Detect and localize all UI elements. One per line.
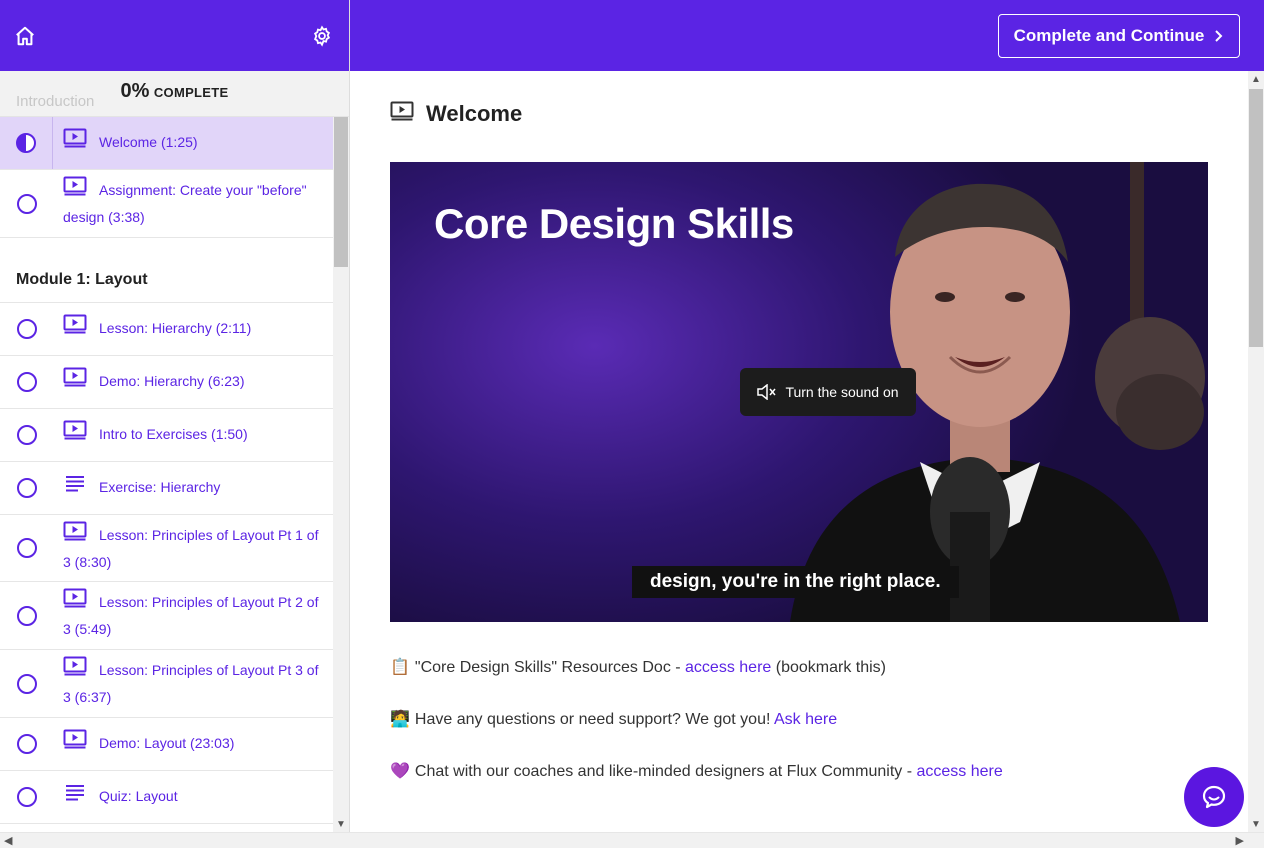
resource-line: 🧑‍💻 Have any questions or need support? W… — [390, 709, 837, 729]
incomplete-status-icon — [16, 673, 37, 694]
complete-button-label: Complete and Continue — [1013, 26, 1205, 45]
home-icon[interactable] — [13, 24, 37, 48]
purple-heart-icon: 💜 — [390, 763, 410, 780]
video-icon — [63, 420, 87, 447]
lecture-title: Demo: Layout (23:03) — [99, 734, 235, 751]
lecture-title: Lesson: Hierarchy (2:11) — [99, 319, 252, 336]
sound-button-label: Turn the sound on — [785, 384, 899, 400]
incomplete-status-icon — [16, 425, 37, 445]
video-icon — [63, 656, 87, 683]
text-lines-icon — [63, 783, 87, 808]
incomplete-status-icon — [16, 372, 37, 392]
lecture-item[interactable]: Intro to Exercises (1:50) — [0, 409, 333, 462]
video-icon — [63, 367, 87, 394]
lecture-title: Welcome (1:25) — [99, 133, 198, 150]
content-scrollbar[interactable]: ▲ ▼ — [1248, 71, 1264, 832]
sidebar-scrollbar-thumb[interactable] — [334, 117, 348, 267]
lecture-title: Demo: Hierarchy (6:23) — [99, 372, 245, 389]
scroll-up-arrow-icon[interactable]: ▲ — [1251, 74, 1261, 85]
muted-speaker-icon — [757, 384, 777, 400]
ask-here-link[interactable]: Ask here — [774, 711, 837, 728]
lecture-item[interactable]: Assignment: Create your "before" design … — [0, 170, 333, 238]
scroll-left-arrow-icon[interactable]: ◀ — [4, 834, 12, 847]
in-progress-status-icon — [16, 133, 36, 153]
resources-doc-link[interactable]: access here — [685, 659, 771, 676]
chevron-right-icon — [1215, 30, 1223, 42]
course-sidebar: Introduction 0% COMPLETE Welcome (1:25) … — [0, 0, 350, 832]
lecture-title: Lesson: Principles of Layout Pt 3 of 3 (… — [63, 662, 319, 705]
incomplete-status-icon — [16, 538, 37, 558]
lecture-item[interactable]: Welcome (1:25) — [0, 117, 333, 170]
lecture-title: Assignment: Create your "before" design … — [63, 182, 307, 225]
lecture-item[interactable]: Lesson: Principles of Layout Pt 1 of 3 (… — [0, 515, 333, 582]
resource-text: "Core Design Skills" Resources Doc - — [414, 659, 686, 676]
resource-line: 📋 "Core Design Skills" Resources Doc - ac… — [390, 657, 886, 677]
video-icon — [63, 729, 87, 756]
video-icon — [390, 101, 414, 127]
video-icon — [63, 314, 87, 341]
progress-percent: 0% — [120, 80, 150, 102]
complete-and-continue-button[interactable]: Complete and Continue — [998, 14, 1240, 58]
video-icon — [63, 588, 87, 615]
lecture-title: Intro to Exercises (1:50) — [99, 425, 248, 442]
resource-text: Have any questions or need support? We g… — [414, 711, 774, 728]
incomplete-status-icon — [16, 193, 37, 214]
lecture-item[interactable]: Lesson: Hierarchy (2:11) — [0, 303, 333, 356]
course-progress: Introduction 0% COMPLETE — [0, 71, 349, 117]
lecture-item[interactable]: Quiz: Layout — [0, 771, 333, 824]
chat-bubble-icon — [1202, 785, 1226, 809]
content-scrollbar-thumb[interactable] — [1249, 89, 1263, 347]
lecture-item[interactable]: Lesson: Principles of Layout Pt 2 of 3 (… — [0, 582, 333, 650]
video-icon — [63, 128, 87, 155]
lecture-heading: Welcome — [390, 101, 522, 127]
technologist-icon: 🧑‍💻 — [390, 711, 410, 728]
community-link[interactable]: access here — [916, 763, 1002, 780]
incomplete-status-icon — [16, 605, 37, 626]
lecture-title: Exercise: Hierarchy — [99, 479, 221, 496]
chat-support-button[interactable] — [1184, 767, 1244, 827]
section-title-module-1: Module 1: Layout — [0, 238, 333, 303]
sidebar-scrollbar[interactable]: ▼ — [333, 117, 349, 832]
clipboard-icon: 📋 — [390, 659, 410, 676]
lecture-list: Welcome (1:25) Assignment: Create your "… — [0, 117, 333, 832]
video-icon — [63, 521, 87, 548]
video-overlay-title: Core Design Skills — [434, 200, 794, 247]
lecture-item[interactable]: Lesson: Principles of Layout Pt 3 of 3 (… — [0, 650, 333, 718]
video-caption: design, you're in the right place. — [632, 566, 959, 598]
scroll-down-arrow-icon[interactable]: ▼ — [336, 819, 346, 830]
text-lines-icon — [63, 474, 87, 499]
lecture-title: Quiz: Layout — [99, 788, 178, 805]
scroll-right-arrow-icon[interactable]: ▶ — [1236, 834, 1244, 847]
sidebar-header — [0, 0, 349, 71]
lecture-title: Lesson: Principles of Layout Pt 2 of 3 (… — [63, 594, 319, 637]
progress-label: COMPLETE — [153, 85, 229, 100]
lecture-item[interactable]: Exercise: Hierarchy — [0, 462, 333, 515]
lecture-topbar: Complete and Continue — [350, 0, 1264, 71]
video-icon — [63, 176, 87, 203]
scroll-down-arrow-icon[interactable]: ▼ — [1251, 819, 1261, 830]
lecture-item[interactable]: Demo: Layout (23:03) — [0, 718, 333, 771]
video-player[interactable]: Core Design Skills Turn the sound on des… — [390, 162, 1208, 622]
incomplete-status-icon — [16, 478, 37, 498]
lecture-item[interactable]: Demo: Hierarchy (6:23) — [0, 356, 333, 409]
turn-sound-on-button[interactable]: Turn the sound on — [740, 368, 916, 416]
resource-line: 💜 Chat with our coaches and like-minded d… — [390, 761, 1003, 781]
gear-icon[interactable] — [310, 24, 334, 48]
incomplete-status-icon — [16, 734, 37, 754]
lecture-title: Lesson: Principles of Layout Pt 1 of 3 (… — [63, 526, 319, 570]
page-title: Welcome — [426, 101, 523, 126]
resource-suffix: (bookmark this) — [771, 659, 886, 676]
lecture-content: Welcome Core Design Skills Turn the soun… — [350, 71, 1248, 832]
incomplete-status-icon — [16, 319, 37, 339]
resource-text: Chat with our coaches and like-minded de… — [414, 763, 917, 780]
horizontal-scrollbar[interactable]: ◀ ▶ — [0, 832, 1264, 848]
incomplete-status-icon — [16, 787, 37, 807]
